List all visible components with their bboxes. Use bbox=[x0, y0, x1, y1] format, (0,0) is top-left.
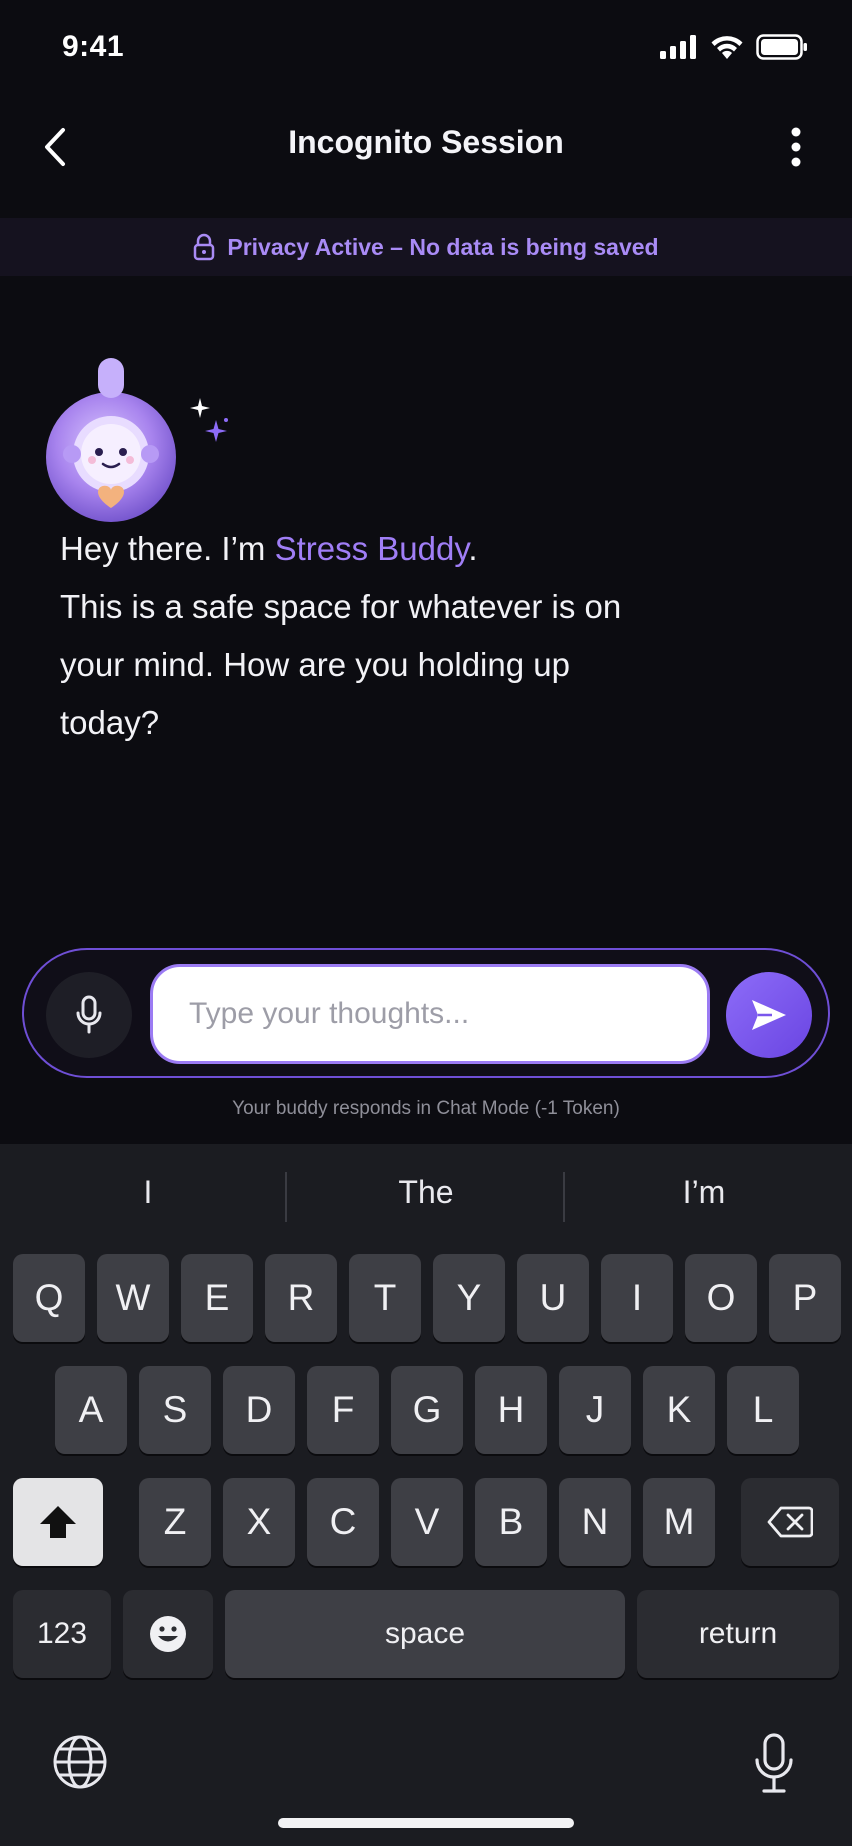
key-q[interactable]: Q bbox=[13, 1254, 85, 1342]
key-u[interactable]: U bbox=[517, 1254, 589, 1342]
key-k[interactable]: K bbox=[643, 1366, 715, 1454]
send-button[interactable] bbox=[726, 972, 812, 1058]
page-title: Incognito Session bbox=[288, 124, 564, 160]
privacy-status-text: Privacy Active – No data is being saved bbox=[227, 233, 659, 260]
voice-input-button[interactable] bbox=[46, 972, 132, 1058]
predictive-suggestions: I The I’m bbox=[0, 1144, 852, 1248]
backspace-icon bbox=[767, 1506, 813, 1538]
shift-arrow-icon bbox=[40, 1506, 76, 1538]
greeting-suffix: . bbox=[468, 530, 478, 567]
key-g[interactable]: G bbox=[391, 1366, 463, 1454]
key-e[interactable]: E bbox=[181, 1254, 253, 1342]
numbers-key[interactable]: 123 bbox=[13, 1590, 111, 1678]
emoji-key[interactable] bbox=[123, 1590, 213, 1678]
key-z[interactable]: Z bbox=[139, 1478, 211, 1566]
microphone-icon bbox=[76, 995, 102, 1034]
greeting-prefix: Hey there. I’m bbox=[60, 530, 275, 567]
key-p[interactable]: P bbox=[769, 1254, 841, 1342]
sparkle-icon bbox=[190, 398, 228, 442]
buddy-name: Stress Buddy bbox=[274, 530, 469, 567]
shift-key[interactable] bbox=[13, 1478, 103, 1566]
privacy-banner: Privacy Active – No data is being saved bbox=[0, 218, 852, 276]
key-n[interactable]: N bbox=[559, 1478, 631, 1566]
microphone-icon bbox=[755, 1733, 793, 1793]
delete-key[interactable] bbox=[741, 1478, 839, 1566]
key-d[interactable]: D bbox=[223, 1366, 295, 1454]
vertical-ellipsis-icon bbox=[791, 127, 801, 167]
navigation-header: Incognito Session bbox=[0, 100, 852, 218]
return-key[interactable]: return bbox=[637, 1590, 839, 1678]
status-icons bbox=[660, 34, 808, 60]
battery-icon bbox=[756, 34, 807, 60]
key-l[interactable]: L bbox=[727, 1366, 799, 1454]
key-x[interactable]: X bbox=[223, 1478, 295, 1566]
home-indicator[interactable] bbox=[278, 1818, 574, 1828]
chat-mode-note: Your buddy responds in Chat Mode (-1 Tok… bbox=[232, 1098, 620, 1119]
key-y[interactable]: Y bbox=[433, 1254, 505, 1342]
lock-icon bbox=[194, 233, 215, 261]
emoji-icon bbox=[150, 1616, 186, 1652]
suggestion-item[interactable]: The bbox=[284, 1174, 568, 1211]
screen: 9:41 Incognito Session Privacy Active – … bbox=[0, 0, 852, 1846]
key-v[interactable]: V bbox=[391, 1478, 463, 1566]
on-screen-keyboard: I The I’m Q W E R T Y U I O P A S D F G … bbox=[0, 1144, 852, 1846]
status-bar: 9:41 bbox=[0, 0, 852, 100]
suggestion-item[interactable]: I bbox=[6, 1174, 290, 1211]
space-key[interactable]: space bbox=[225, 1590, 625, 1678]
buddy-avatar-image bbox=[46, 392, 176, 522]
message-composer bbox=[22, 948, 830, 1078]
send-arrow-icon bbox=[752, 1000, 786, 1030]
key-o[interactable]: O bbox=[685, 1254, 757, 1342]
key-a[interactable]: A bbox=[55, 1366, 127, 1454]
message-input[interactable] bbox=[150, 964, 710, 1064]
globe-icon bbox=[53, 1735, 107, 1789]
suggestion-item[interactable]: I’m bbox=[562, 1174, 846, 1211]
key-r[interactable]: R bbox=[265, 1254, 337, 1342]
key-s[interactable]: S bbox=[139, 1366, 211, 1454]
key-c[interactable]: C bbox=[307, 1478, 379, 1566]
key-m[interactable]: M bbox=[643, 1478, 715, 1566]
status-time: 9:41 bbox=[62, 30, 125, 63]
key-b[interactable]: B bbox=[475, 1478, 547, 1566]
avatar-antenna bbox=[98, 358, 124, 398]
more-options-button[interactable] bbox=[776, 120, 816, 174]
key-j[interactable]: J bbox=[559, 1366, 631, 1454]
key-f[interactable]: F bbox=[307, 1366, 379, 1454]
key-i[interactable]: I bbox=[601, 1254, 673, 1342]
buddy-message: Hey there. I’m Stress Buddy. This is a s… bbox=[60, 520, 660, 752]
wifi-icon bbox=[711, 36, 743, 59]
cellular-signal-icon bbox=[660, 35, 696, 59]
message-body: This is a safe space for whatever is on … bbox=[60, 588, 622, 741]
key-w[interactable]: W bbox=[97, 1254, 169, 1342]
language-switch-button[interactable] bbox=[52, 1734, 108, 1790]
key-t[interactable]: T bbox=[349, 1254, 421, 1342]
buddy-avatar bbox=[46, 358, 186, 522]
dictation-button[interactable] bbox=[752, 1732, 796, 1796]
key-h[interactable]: H bbox=[475, 1366, 547, 1454]
